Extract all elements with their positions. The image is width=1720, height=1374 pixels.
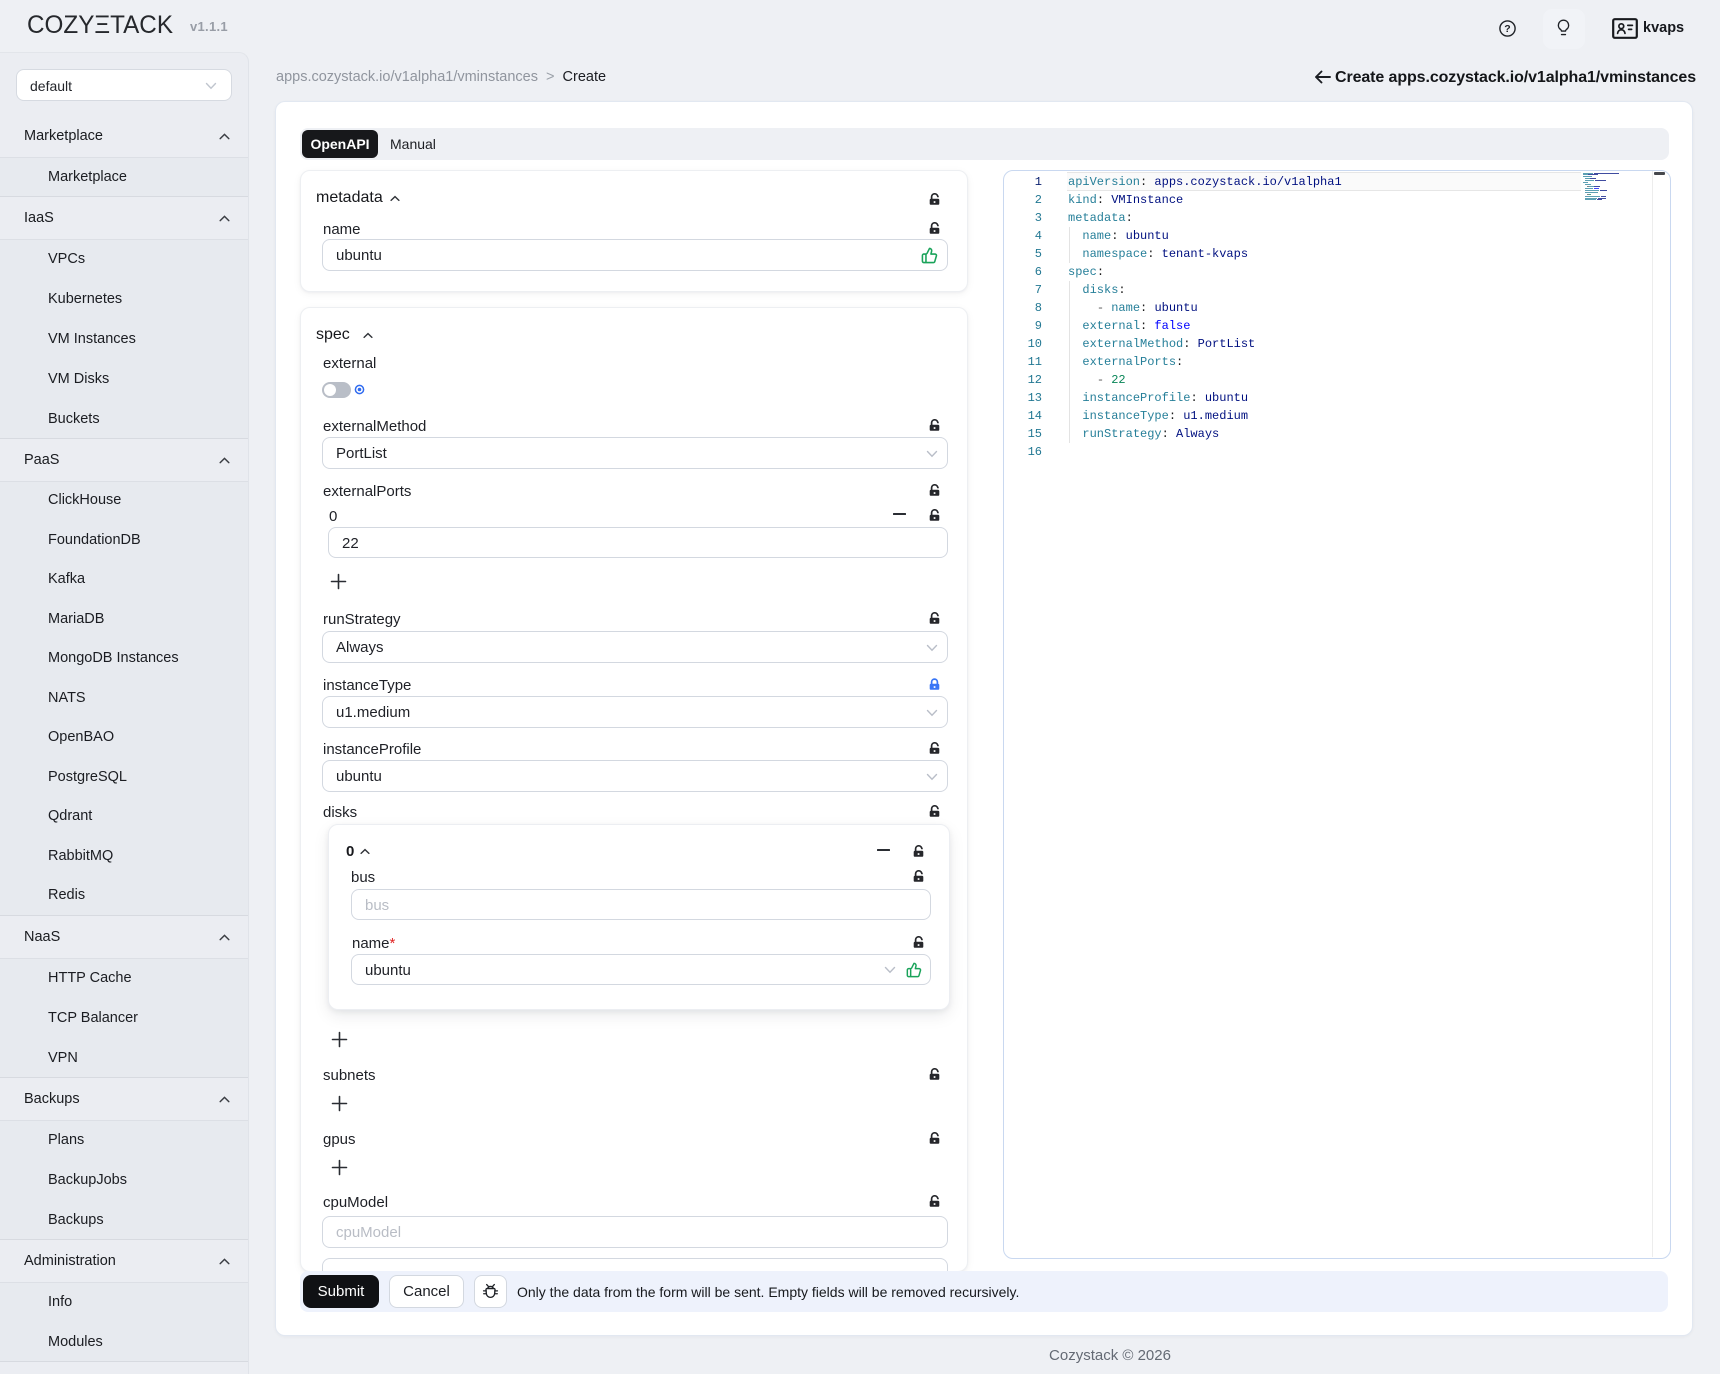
svg-text:?: ? [1504, 23, 1510, 35]
